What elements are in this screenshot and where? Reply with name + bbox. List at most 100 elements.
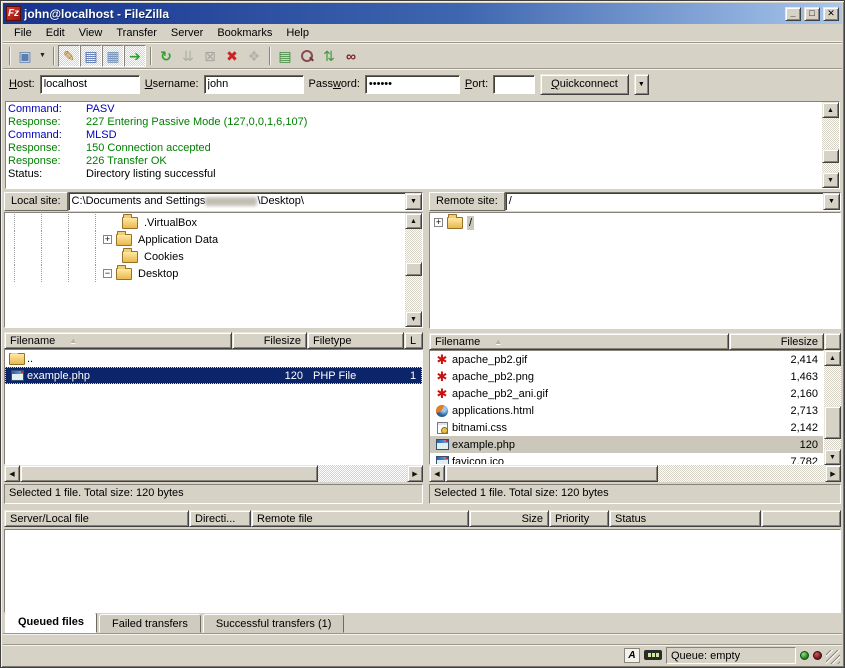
tree-item[interactable]: −Desktop (5, 265, 405, 282)
file-row[interactable]: ✱apache_pb2_ani.gif2,160 (430, 385, 823, 402)
scroll-up-icon[interactable]: ▲ (824, 350, 841, 366)
minimize-button[interactable]: _ (785, 7, 801, 21)
toggle-message-log-icon[interactable]: ✎ (58, 45, 80, 67)
cancel-operation-icon[interactable]: ⊠ (199, 45, 221, 67)
reconnect-icon[interactable]: ❖ (243, 45, 265, 67)
local-file-list[interactable]: .. example.php 120 PHP File 1 (4, 349, 423, 465)
remote-file-list[interactable]: ✱apache_pb2.gif2,414 ✱apache_pb2.png1,46… (429, 350, 824, 465)
column-label: Filesize (781, 336, 818, 348)
column-filesize[interactable]: Filesize (232, 332, 307, 349)
find-files-icon[interactable]: ∞ (340, 45, 362, 67)
remote-site-combobox[interactable]: / ▼ (505, 192, 841, 211)
column-filename[interactable]: Filename▲ (429, 333, 729, 350)
file-row[interactable]: applications.html2,713 (430, 402, 823, 419)
quickconnect-button[interactable]: Quickconnect (540, 74, 629, 95)
local-horizontal-scrollbar[interactable]: ◀ ▶ (4, 465, 423, 482)
scroll-down-icon[interactable]: ▼ (822, 172, 839, 188)
port-input[interactable] (493, 75, 535, 94)
file-row[interactable]: ✱apache_pb2.gif2,414 (430, 351, 823, 368)
menu-transfer[interactable]: Transfer (109, 25, 164, 41)
remote-vertical-scrollbar[interactable]: ▲ ▼ (824, 350, 841, 465)
username-input[interactable] (204, 75, 304, 94)
remote-site-dropdown-icon[interactable]: ▼ (823, 193, 840, 210)
scrollbar-thumb[interactable] (445, 465, 658, 482)
expand-icon[interactable]: + (103, 235, 112, 244)
scroll-down-icon[interactable]: ▼ (405, 311, 422, 327)
disconnect-icon[interactable]: ✖ (221, 45, 243, 67)
scroll-left-icon[interactable]: ◀ (429, 465, 445, 482)
scrollbar-thumb[interactable] (405, 262, 422, 276)
scroll-up-icon[interactable]: ▲ (822, 102, 839, 118)
site-manager-dropdown-icon[interactable]: ▼ (36, 45, 49, 67)
file-row-selected[interactable]: example.php120 (430, 436, 823, 453)
collapse-icon[interactable]: − (103, 269, 112, 278)
menu-edit[interactable]: Edit (39, 25, 72, 41)
host-input[interactable] (40, 75, 140, 94)
log-type: Response: (8, 155, 86, 168)
queue-list[interactable] (4, 529, 841, 613)
quickconnect-dropdown-icon[interactable]: ▼ (634, 74, 649, 95)
tab-queued-files[interactable]: Queued files (5, 612, 97, 633)
column-filetype[interactable]: Filetype (307, 332, 404, 349)
tree-item[interactable]: .VirtualBox (5, 214, 405, 231)
refresh-icon[interactable]: ↻ (155, 45, 177, 67)
speed-limits-icon[interactable] (644, 650, 662, 660)
directory-listing-filters-icon[interactable]: ▤ (274, 45, 296, 67)
local-directory-tree[interactable]: .VirtualBox +Application Data Cookies −D… (5, 213, 405, 327)
log-vertical-scrollbar[interactable]: ▲ ▼ (822, 102, 839, 188)
password-input[interactable] (365, 75, 460, 94)
local-tree-vertical-scrollbar[interactable]: ▲ ▼ (405, 213, 422, 327)
file-row[interactable]: favicon.ico7,782 (430, 453, 823, 465)
file-row[interactable]: bitnami.css2,142 (430, 419, 823, 436)
synchronized-browsing-icon[interactable]: ⇅ (318, 45, 340, 67)
tab-successful-transfers[interactable]: Successful transfers (1) (203, 614, 345, 633)
process-queue-icon[interactable]: ⇊ (177, 45, 199, 67)
local-site-combobox[interactable]: C:\Documents and Settings\Desktop\ ▼ (68, 192, 423, 211)
site-manager-icon[interactable]: ▣ (14, 45, 36, 67)
scroll-right-icon[interactable]: ▶ (825, 465, 841, 482)
close-button[interactable]: ✕ (823, 7, 839, 21)
scrollbar-thumb[interactable] (824, 406, 841, 439)
ascii-data-type-icon[interactable]: A (624, 648, 640, 663)
column-direction[interactable]: Directi... (189, 510, 251, 527)
file-row[interactable]: .. (5, 350, 422, 367)
resize-grip[interactable] (826, 650, 840, 664)
scroll-right-icon[interactable]: ▶ (407, 465, 423, 482)
column-filesize[interactable]: Filesize (729, 333, 824, 350)
column-size[interactable]: Size (469, 510, 549, 527)
file-name: .. (27, 353, 33, 365)
scrollbar-thumb[interactable] (822, 149, 839, 163)
tab-failed-transfers[interactable]: Failed transfers (99, 614, 201, 633)
toolbar: ▣ ▼ ✎ ▤ ▦ ➔ ↻ ⇊ ⊠ ✖ ❖ ▤ ⇅ ∞ (3, 42, 842, 68)
menu-file[interactable]: File (7, 25, 39, 41)
tree-item[interactable]: +Application Data (5, 231, 405, 248)
remote-horizontal-scrollbar[interactable]: ◀ ▶ (429, 465, 841, 482)
scrollbar-thumb[interactable] (20, 465, 318, 482)
menu-view[interactable]: View (72, 25, 110, 41)
menu-help[interactable]: Help (279, 25, 316, 41)
column-filename[interactable]: Filename▲ (4, 332, 232, 349)
column-server-local-file[interactable]: Server/Local file (4, 510, 189, 527)
remote-directory-tree[interactable]: +/ (430, 213, 840, 328)
refresh-glyph: ↻ (160, 49, 172, 63)
local-site-dropdown-icon[interactable]: ▼ (405, 193, 422, 210)
column-priority[interactable]: Priority (549, 510, 609, 527)
file-row-selected[interactable]: example.php 120 PHP File 1 (5, 367, 422, 384)
column-last-modified[interactable]: L (404, 332, 423, 349)
scroll-left-icon[interactable]: ◀ (4, 465, 20, 482)
menu-bookmarks[interactable]: Bookmarks (210, 25, 279, 41)
toggle-local-tree-icon[interactable]: ▤ (80, 45, 102, 67)
toggle-remote-tree-icon[interactable]: ▦ (102, 45, 124, 67)
maximize-button[interactable]: □ (804, 7, 820, 21)
scroll-up-icon[interactable]: ▲ (405, 213, 422, 229)
file-row[interactable]: ✱apache_pb2.png1,463 (430, 368, 823, 385)
column-remote-file[interactable]: Remote file (251, 510, 469, 527)
menu-server[interactable]: Server (164, 25, 210, 41)
column-status[interactable]: Status (609, 510, 761, 527)
tree-item[interactable]: +/ (430, 214, 840, 231)
toggle-transfer-queue-icon[interactable]: ➔ (124, 45, 146, 67)
tree-item[interactable]: Cookies (5, 248, 405, 265)
scroll-down-icon[interactable]: ▼ (824, 449, 841, 465)
expand-icon[interactable]: + (434, 218, 443, 227)
directory-comparison-icon[interactable] (296, 45, 318, 67)
